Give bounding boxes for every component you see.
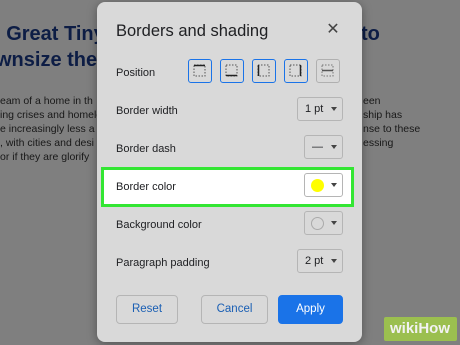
yellow-swatch-icon (311, 179, 324, 192)
border-color-label: Border color (116, 181, 176, 193)
reset-button[interactable]: Reset (116, 295, 178, 324)
paragraph-padding-dropdown[interactable]: 2 pt (297, 249, 343, 273)
chevron-down-icon (331, 183, 337, 187)
paragraph-padding-label: Paragraph padding (116, 257, 210, 269)
paragraph-padding-value: 2 pt (305, 255, 324, 267)
border-dash-dropdown[interactable]: — (304, 135, 343, 159)
chevron-down-icon (331, 259, 337, 263)
empty-swatch-icon (311, 217, 324, 230)
wikihow-watermark: wikiHow (384, 317, 457, 341)
apply-button[interactable]: Apply (278, 295, 343, 324)
chevron-down-icon (331, 145, 337, 149)
border-all-icon[interactable] (188, 59, 212, 83)
border-between-icon[interactable] (316, 59, 340, 83)
position-label: Position (116, 67, 156, 79)
border-color-dropdown[interactable] (304, 173, 343, 197)
border-dash-label: Border dash (116, 143, 176, 155)
border-width-label: Border width (116, 105, 178, 117)
cancel-button[interactable]: Cancel (201, 295, 268, 324)
close-icon[interactable]: ✕ (324, 21, 342, 39)
background-color-dropdown[interactable] (304, 211, 343, 235)
border-width-value: 1 pt (305, 103, 324, 115)
border-dash-value: — (312, 141, 323, 153)
border-left-icon[interactable] (252, 59, 276, 83)
watermark-text: wikiHow (390, 320, 451, 337)
chevron-down-icon (331, 107, 337, 111)
chevron-down-icon (331, 221, 337, 225)
dialog-title: Borders and shading (116, 22, 269, 40)
borders-shading-dialog: Borders and shading ✕ Position Border wi… (97, 2, 362, 342)
border-top-icon[interactable] (220, 59, 244, 83)
border-right-icon[interactable] (284, 59, 308, 83)
background-color-label: Background color (116, 219, 202, 231)
border-width-dropdown[interactable]: 1 pt (297, 97, 343, 121)
